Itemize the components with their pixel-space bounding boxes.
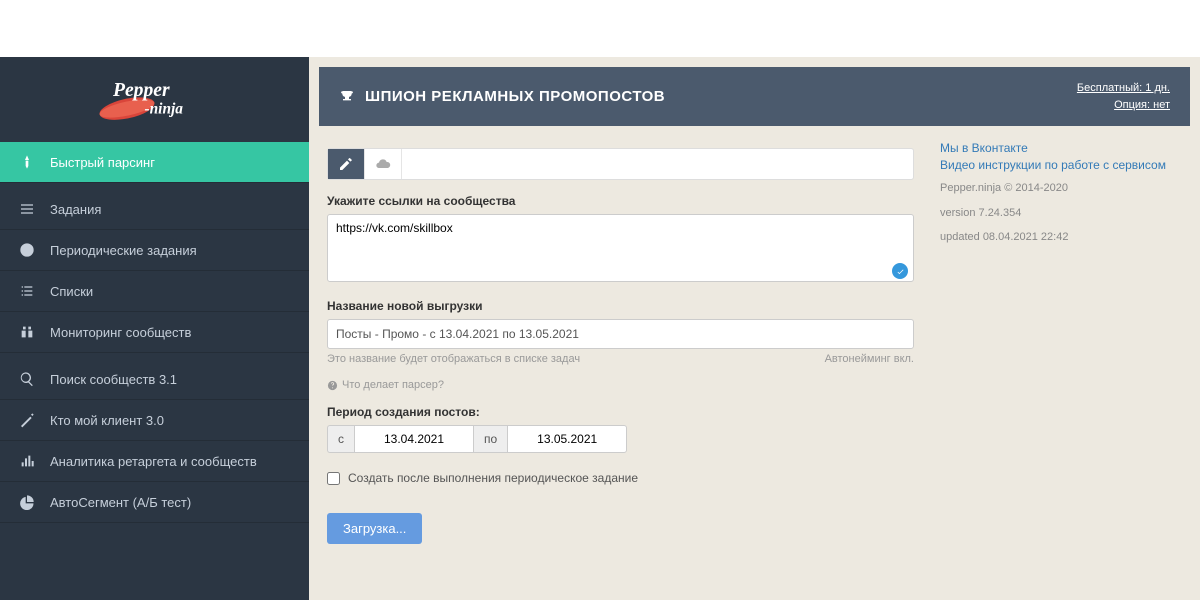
sidebar-item-label: Списки [50,284,93,299]
parser-help-link[interactable]: Что делает парсер? [327,379,914,391]
bars-icon [18,452,36,470]
svg-text:Pepper: Pepper [112,80,170,101]
date-to-prefix: по [474,425,507,453]
video-link[interactable]: Видео инструкции по работе с сервисом [940,158,1180,172]
sidebar-item-quick-parsing[interactable]: Быстрый парсинг [0,142,309,183]
sidebar-item-label: Мониторинг сообществ [50,325,191,340]
periodic-task-label: Создать после выполнения периодическое з… [348,471,638,485]
search-icon [18,370,36,388]
name-hint-left: Это название будет отображаться в списке… [327,353,580,365]
sidebar-item-label: Поиск сообществ 3.1 [50,372,177,387]
tariff-link[interactable]: Бесплатный: 1 дн. [1077,80,1170,97]
sidebar-item-search-communities[interactable]: Поиск сообществ 3.1 [0,359,309,400]
sidebar-item-label: Аналитика ретаргета и сообществ [50,454,257,469]
trophy-icon [339,89,355,105]
date-to-input[interactable] [507,425,627,453]
vk-link[interactable]: Мы в Вконтакте [940,141,1180,155]
rocket-icon [18,153,36,171]
sidebar-item-monitoring[interactable]: Мониторинг сообществ [0,312,309,353]
period-label: Период создания постов: [327,405,914,419]
wand-icon [18,411,36,429]
updated-text: updated 08.04.2021 22:42 [940,229,1180,246]
export-name-input[interactable] [327,319,914,349]
validation-badge [892,263,908,279]
sidebar-item-label: Быстрый парсинг [50,155,155,170]
sidebar-item-autosegment[interactable]: АвтоСегмент (А/Б тест) [0,482,309,523]
copyright-text: Pepper.ninja © 2014-2020 [940,180,1180,197]
sidebar-item-label: АвтоСегмент (А/Б тест) [50,495,191,510]
pie-icon [18,493,36,511]
list-icon [18,200,36,218]
question-icon [327,380,338,391]
autonaming-status[interactable]: Автонейминг вкл. [825,353,914,365]
check-icon [896,267,905,276]
sidebar: Pepper -ninja Быстрый парсинг Задания [0,57,309,600]
submit-button[interactable]: Загрузка... [327,513,422,544]
cloud-mode-tab[interactable] [365,149,402,179]
links-label: Укажите ссылки на сообщества [327,194,914,208]
periodic-task-checkbox-row[interactable]: Создать после выполнения периодическое з… [327,471,914,485]
page-title: ШПИОН РЕКЛАМНЫХ ПРОМОПОСТОВ [339,88,665,105]
sidebar-item-label: Кто мой клиент 3.0 [50,413,164,428]
svg-text:-ninja: -ninja [144,101,183,118]
sidebar-item-periodic-tasks[interactable]: Периодические задания [0,230,309,271]
cloud-icon [375,156,391,172]
top-blank-area [0,0,1200,57]
links-textarea[interactable] [327,214,914,282]
sidebar-item-label: Задания [50,202,101,217]
sidebar-item-lists[interactable]: Списки [0,271,309,312]
date-from-prefix: с [327,425,354,453]
page-header: ШПИОН РЕКЛАМНЫХ ПРОМОПОСТОВ Бесплатный: … [319,67,1190,126]
edit-mode-tab[interactable] [328,149,365,179]
account-status: Бесплатный: 1 дн. Опция: нет [1077,80,1170,113]
sidebar-item-label: Периодические задания [50,243,197,258]
date-from-input[interactable] [354,425,474,453]
sidebar-item-who-client[interactable]: Кто мой клиент 3.0 [0,400,309,441]
version-text: version 7.24.354 [940,205,1180,222]
sidebar-item-analytics[interactable]: Аналитика ретаргета и сообществ [0,441,309,482]
info-sidebar: Мы в Вконтакте Видео инструкции по работ… [940,136,1190,590]
bullets-icon [18,282,36,300]
edit-icon [338,156,354,172]
option-link[interactable]: Опция: нет [1077,97,1170,114]
main-area: ШПИОН РЕКЛАМНЫХ ПРОМОПОСТОВ Бесплатный: … [309,57,1200,600]
periodic-task-checkbox[interactable] [327,472,340,485]
binoculars-icon [18,323,36,341]
mode-tabs [327,148,914,180]
clock-icon [18,241,36,259]
export-name-label: Название новой выгрузки [327,299,914,313]
form-panel: Укажите ссылки на сообщества Название но… [319,136,922,590]
sidebar-item-tasks[interactable]: Задания [0,189,309,230]
logo[interactable]: Pepper -ninja [0,57,309,142]
